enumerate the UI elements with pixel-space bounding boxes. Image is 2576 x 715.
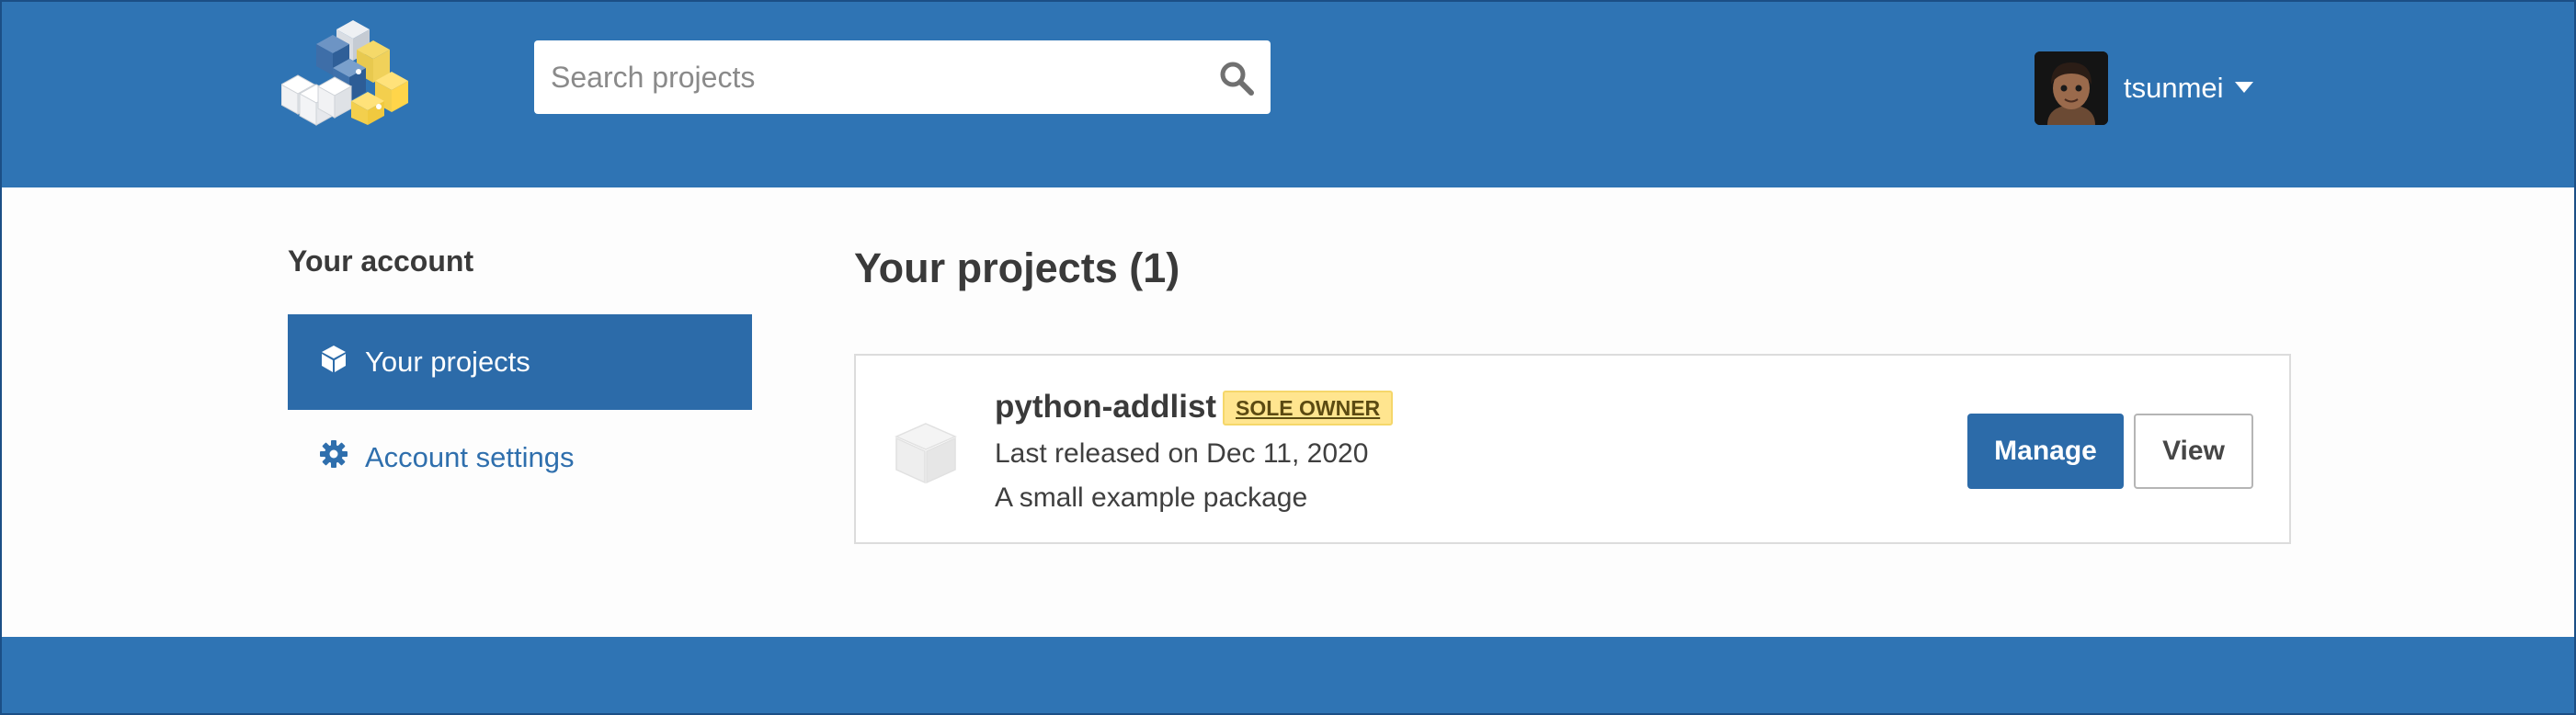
manage-button[interactable]: Manage — [1967, 414, 2124, 489]
caret-down-icon[interactable] — [2234, 81, 2253, 97]
view-button[interactable]: View — [2134, 414, 2253, 489]
sidebar-item-your-projects[interactable]: Your projects — [288, 314, 752, 410]
sidebar-item-account-settings[interactable]: Account settings — [288, 410, 752, 505]
sidebar-heading: Your account — [288, 244, 474, 278]
sidebar-item-label: Account settings — [365, 441, 575, 473]
user-avatar — [2035, 51, 2108, 125]
search-icon[interactable] — [1217, 59, 1256, 97]
username[interactable]: tsunmei — [2124, 72, 2224, 105]
main-content: Your account Your projects Account setti… — [0, 187, 2576, 637]
page-title: Your projects (1) — [854, 244, 1180, 291]
user-menu[interactable]: tsunmei — [2035, 51, 2253, 125]
pypi-logo[interactable] — [281, 17, 410, 129]
last-released-text: Last released on Dec 11, 2020 — [995, 438, 1369, 469]
search-box — [534, 40, 1271, 114]
project-card: python-addlist SOLE OWNER Last released … — [854, 354, 2291, 544]
project-description: A small example package — [995, 482, 1308, 513]
sole-owner-badge: SOLE OWNER — [1223, 391, 1394, 426]
site-header: tsunmei — [0, 0, 2576, 187]
cube-icon — [319, 344, 365, 380]
package-box-icon — [895, 423, 957, 484]
project-name-link[interactable]: python-addlist — [995, 389, 1216, 426]
gear-icon — [319, 439, 365, 476]
search-input[interactable] — [534, 40, 1205, 114]
sidebar-item-label: Your projects — [365, 346, 530, 378]
site-footer — [0, 637, 2576, 715]
